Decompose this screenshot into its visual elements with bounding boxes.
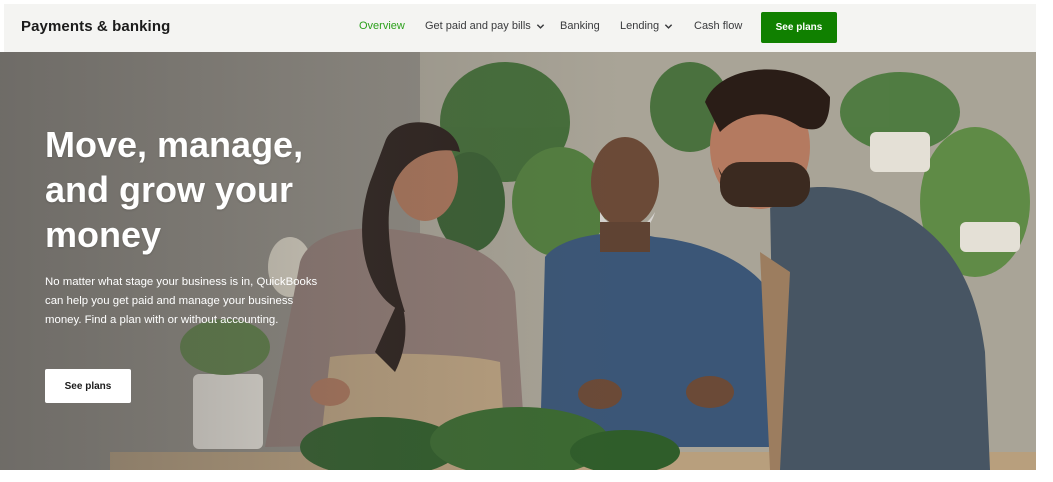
hero-title: Move, manage, and grow your money [45, 124, 304, 255]
nav-item-label: Cash flow [694, 20, 743, 32]
primary-nav: Overview Get paid and pay bills Banking … [4, 4, 1036, 52]
nav-item-get-paid-and-pay-bills[interactable]: Get paid and pay bills [425, 20, 545, 32]
hero-copy: Move, manage, and grow your money No mat… [45, 122, 345, 330]
nav-item-overview[interactable]: Overview [359, 20, 405, 32]
see-plans-button-hero[interactable]: See plans [45, 369, 131, 403]
hero-description: No matter what stage your business is in… [45, 276, 318, 326]
nav-item-label: Lending [620, 20, 660, 32]
nav-item-label: Overview [359, 20, 405, 32]
chevron-down-icon [536, 22, 545, 31]
top-navigation-bar: Payments & banking Overview Get paid and… [4, 4, 1036, 52]
page: Payments & banking Overview Get paid and… [0, 0, 1053, 482]
nav-item-label: Banking [560, 20, 600, 32]
chevron-down-icon [664, 22, 673, 31]
nav-item-banking[interactable]: Banking [560, 20, 600, 32]
nav-item-label: Get paid and pay bills [425, 20, 531, 32]
nav-item-cash-flow[interactable]: Cash flow [694, 20, 742, 32]
see-plans-button-header[interactable]: See plans [761, 12, 837, 43]
hero-section: Move, manage, and grow your money No mat… [0, 52, 1036, 470]
page-margin-right [1036, 0, 1053, 482]
page-margin-bottom [0, 470, 1053, 482]
nav-item-lending[interactable]: Lending [620, 20, 673, 32]
